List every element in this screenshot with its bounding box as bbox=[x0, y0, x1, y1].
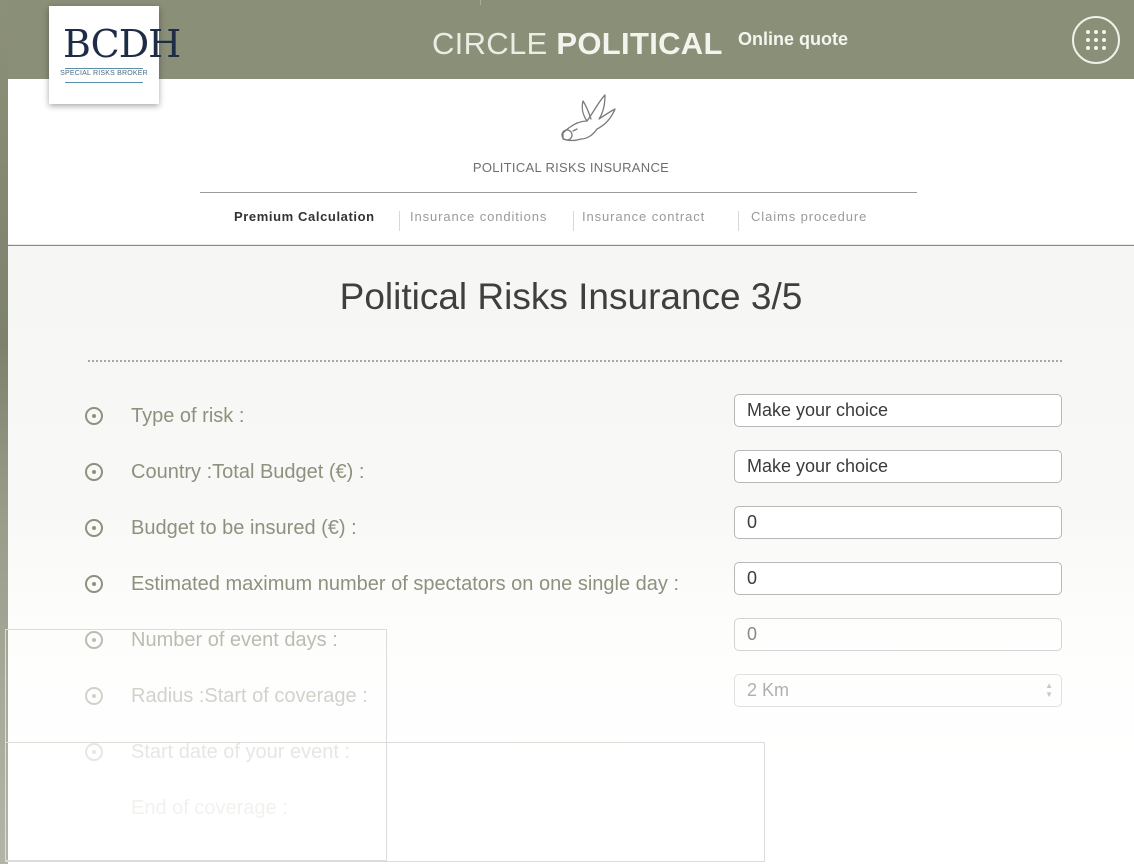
overlay-frame bbox=[5, 742, 765, 862]
logo-rule-top bbox=[65, 68, 143, 69]
bullet-icon bbox=[85, 575, 103, 593]
dove-icon bbox=[561, 94, 616, 142]
header-divider bbox=[480, 0, 481, 5]
grid-menu-icon bbox=[1086, 30, 1106, 50]
field-label: Budget to be insured (€) : bbox=[131, 517, 357, 539]
tab-insurance-contract[interactable]: Insurance contract bbox=[582, 209, 705, 224]
sub-navigation: Premium Calculation Insurance conditions… bbox=[8, 209, 1134, 233]
tab-separator bbox=[573, 211, 574, 231]
field-label: Country :Total Budget (€) : bbox=[131, 461, 365, 483]
form-row-budget: Budget to be insured (€) : 0 bbox=[8, 506, 1134, 554]
event-days-input[interactable]: 0 bbox=[734, 618, 1062, 651]
tab-claims-procedure[interactable]: Claims procedure bbox=[751, 209, 867, 224]
bullet-icon bbox=[85, 463, 103, 481]
country-select[interactable]: Make your choice bbox=[734, 450, 1062, 483]
spectators-input[interactable]: 0 bbox=[734, 562, 1062, 595]
brand-light: CIRCLE bbox=[432, 26, 548, 61]
field-label: Estimated maximum number of spectators o… bbox=[131, 573, 680, 595]
form-row-spectators: Estimated maximum number of spectators o… bbox=[8, 562, 1134, 610]
budget-input[interactable]: 0 bbox=[734, 506, 1062, 539]
bullet-icon bbox=[85, 407, 103, 425]
form-row-country: Country :Total Budget (€) : Make your ch… bbox=[8, 450, 1134, 498]
dotted-divider bbox=[88, 360, 1062, 362]
tab-separator bbox=[399, 211, 400, 231]
company-logo[interactable]: BCDH SPECIAL RISKS BROKER bbox=[49, 6, 181, 104]
online-quote-link[interactable]: Online quote bbox=[738, 29, 848, 50]
tab-premium-calculation[interactable]: Premium Calculation bbox=[234, 209, 375, 224]
type-of-risk-select[interactable]: Make your choice bbox=[734, 394, 1062, 427]
section-divider bbox=[200, 192, 917, 193]
tab-insurance-conditions[interactable]: Insurance conditions bbox=[410, 209, 547, 224]
bullet-icon bbox=[85, 519, 103, 537]
tab-separator bbox=[738, 211, 739, 231]
logo-subtitle: SPECIAL RISKS BROKER bbox=[60, 70, 148, 77]
section-subtitle: POLITICAL RISKS INSURANCE bbox=[472, 160, 670, 175]
logo-mark: BCDH bbox=[63, 22, 181, 66]
menu-button[interactable] bbox=[1072, 16, 1120, 64]
form-row-type-of-risk: Type of risk : Make your choice bbox=[8, 394, 1134, 442]
brand-title[interactable]: CIRCLE POLITICAL bbox=[432, 26, 723, 62]
radius-select[interactable]: 2 Km bbox=[734, 674, 1062, 707]
form-title: Political Risks Insurance 3/5 bbox=[339, 276, 803, 317]
section-header-panel: POLITICAL RISKS INSURANCE Premium Calcul… bbox=[8, 79, 1134, 245]
quote-form: Political Risks Insurance 3/5 Type of ri… bbox=[5, 246, 1134, 864]
logo-rule-bottom bbox=[65, 82, 143, 83]
field-label: Type of risk : bbox=[131, 405, 245, 427]
panel-bottom-border bbox=[8, 244, 1134, 245]
brand-bold: POLITICAL bbox=[556, 26, 723, 61]
